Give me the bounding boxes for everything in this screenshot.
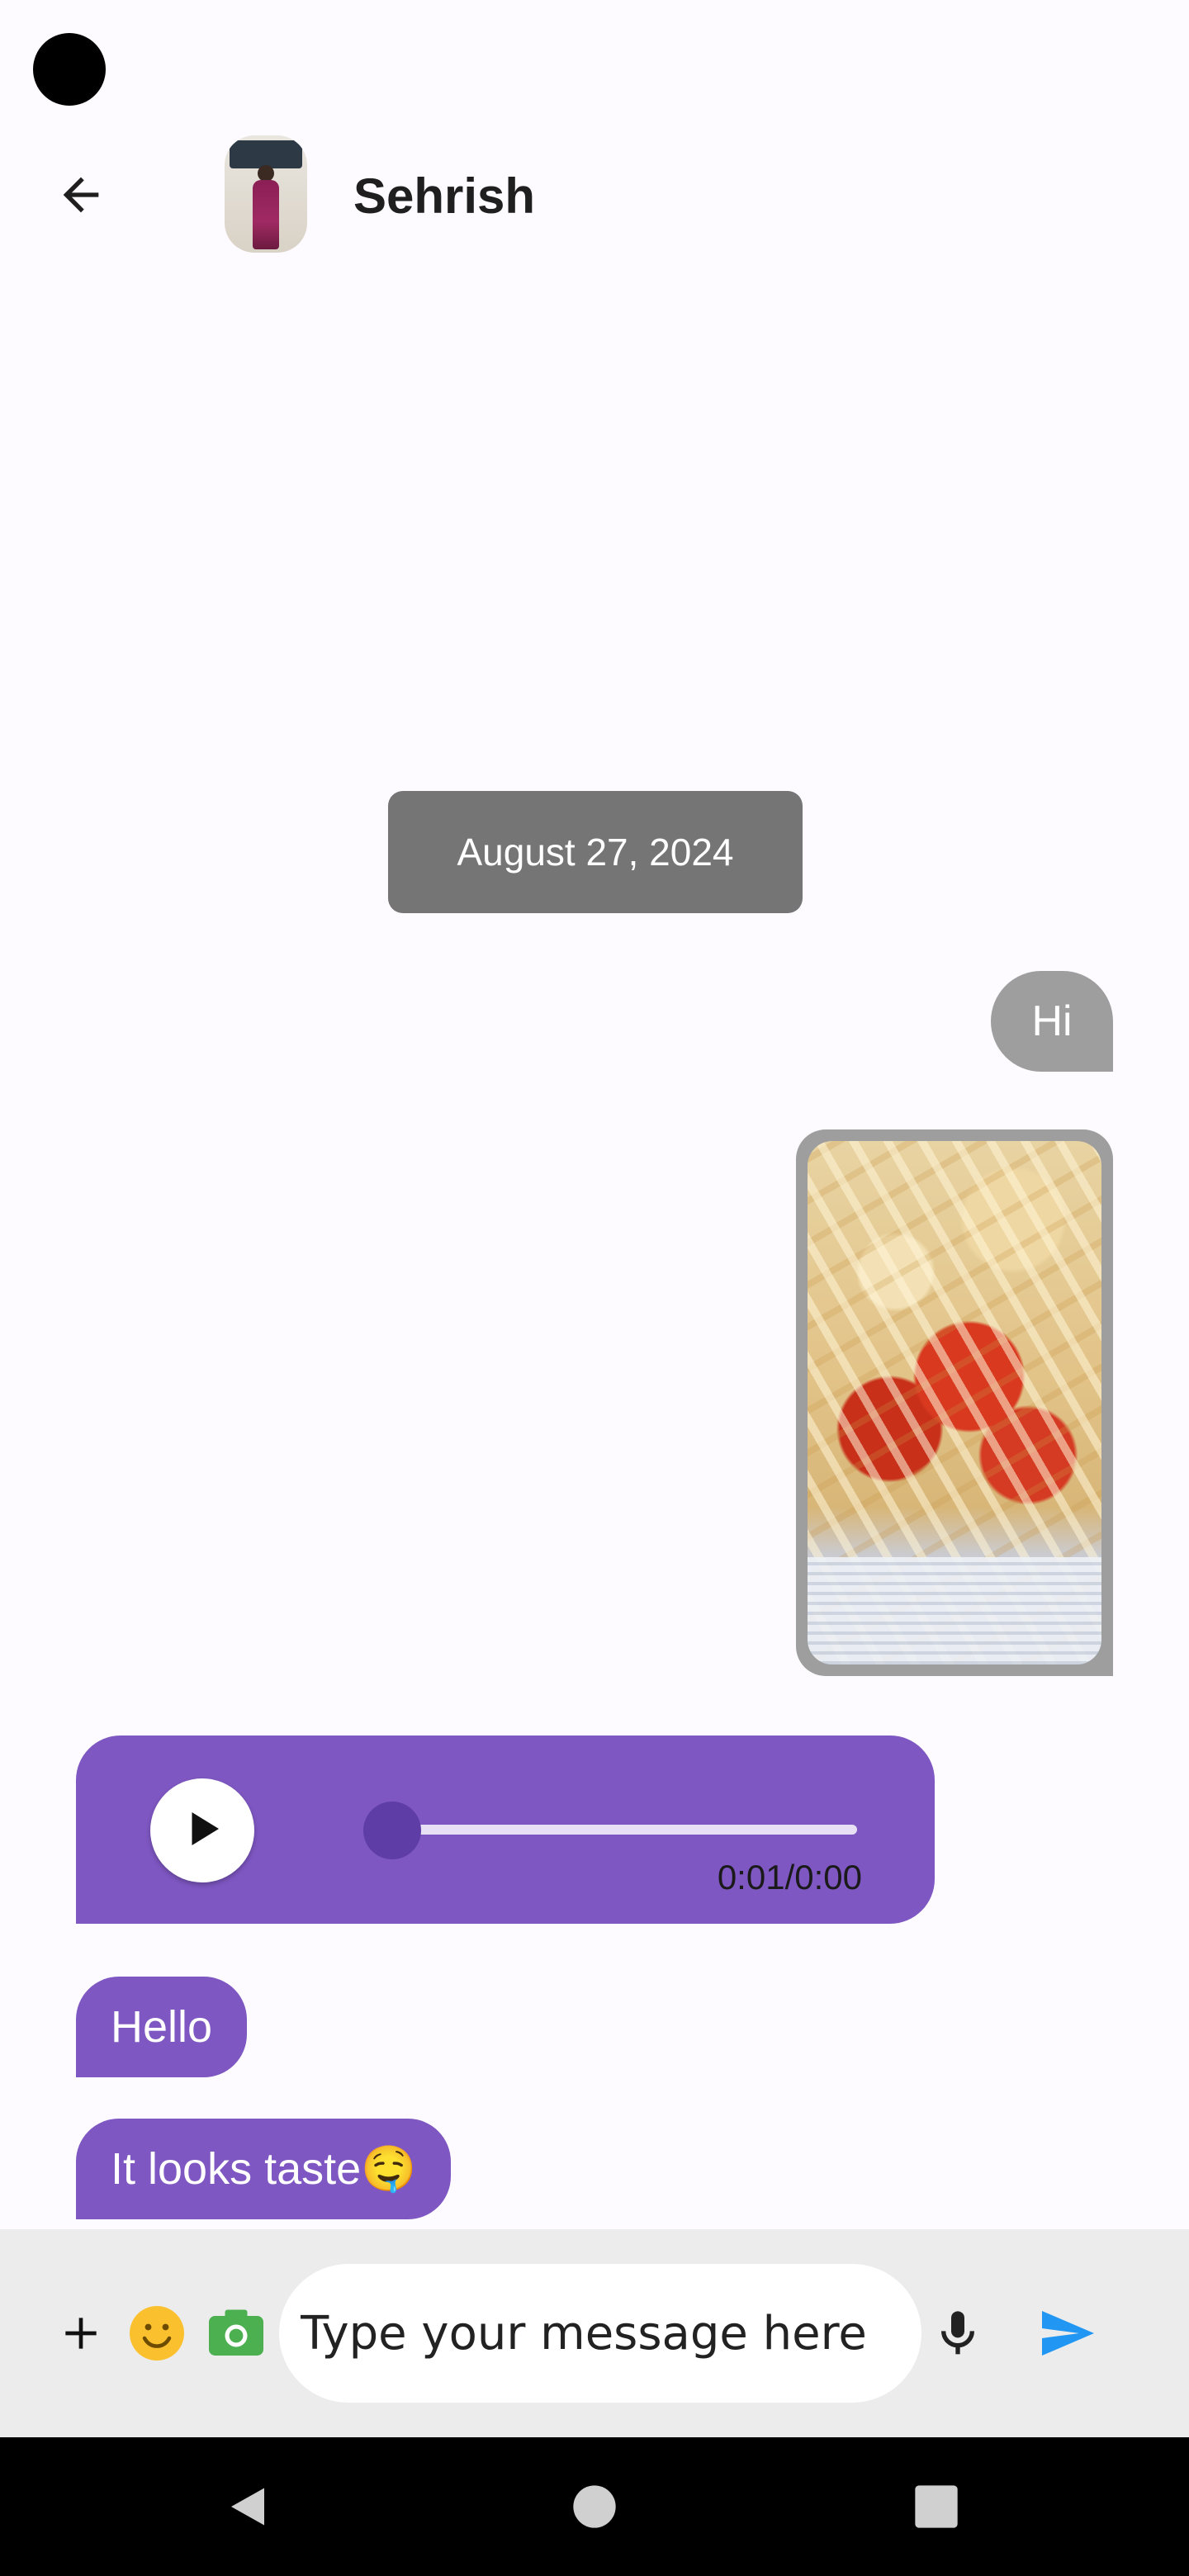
camera-icon[interactable]	[203, 2300, 269, 2366]
composer-bar	[0, 2229, 1189, 2437]
fries-photo	[808, 1141, 1101, 1664]
system-nav-bar	[0, 2437, 1189, 2576]
message-input[interactable]	[279, 2264, 921, 2403]
contact-name: Sehrish	[353, 168, 536, 224]
send-icon[interactable]	[1030, 2297, 1103, 2370]
emoji-icon[interactable]	[124, 2300, 190, 2366]
home-circle-icon[interactable]	[545, 2437, 644, 2576]
audio-seek-track[interactable]	[398, 1825, 857, 1835]
chat-header: Sehrish	[0, 124, 1189, 264]
date-separator: August 27, 2024	[388, 791, 803, 913]
audio-time-label: 0:01/0:00	[717, 1858, 862, 1896]
camera-cutout	[33, 33, 106, 106]
audio-message-incoming: 0:01/0:00	[76, 1735, 935, 1924]
avatar[interactable]	[225, 135, 307, 253]
play-button[interactable]	[150, 1778, 254, 1882]
mic-icon[interactable]	[928, 2297, 988, 2370]
message-bubble-outgoing[interactable]: Hi	[991, 971, 1113, 1072]
message-bubble-incoming[interactable]: Hello	[76, 1977, 248, 2077]
plus-icon[interactable]	[53, 2300, 109, 2366]
message-image-outgoing[interactable]	[796, 1129, 1113, 1676]
arrow-left-icon	[54, 168, 107, 225]
message-bubble-incoming[interactable]: It looks taste🤤	[76, 2119, 452, 2219]
play-icon	[178, 1804, 227, 1858]
recents-square-icon[interactable]	[887, 2437, 986, 2576]
back-button[interactable]	[41, 157, 121, 236]
audio-seek-thumb[interactable]	[363, 1802, 421, 1859]
back-triangle-icon[interactable]	[198, 2437, 297, 2576]
